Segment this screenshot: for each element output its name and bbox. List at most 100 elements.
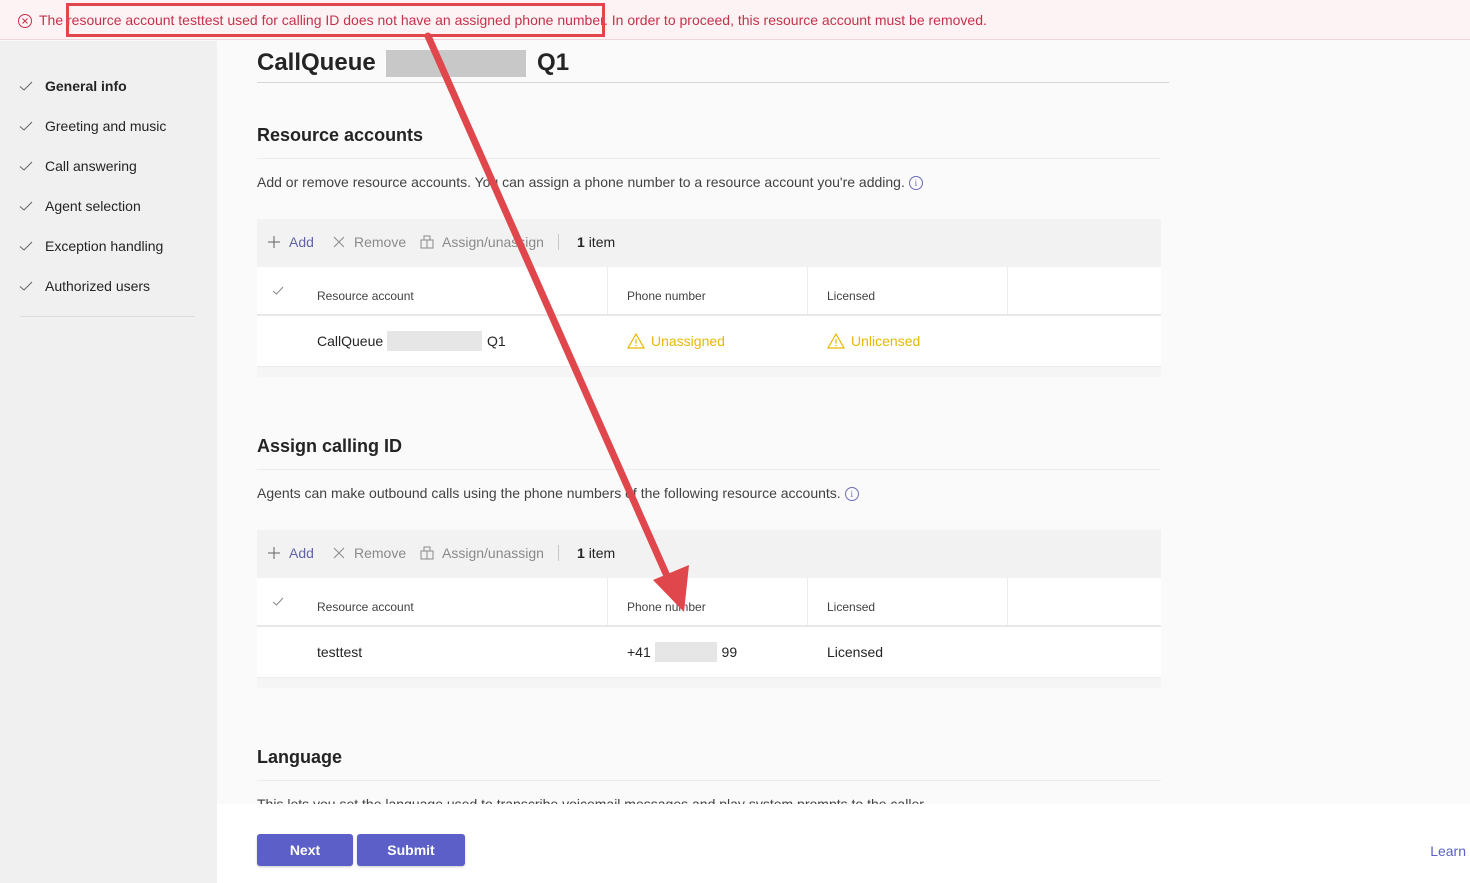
annotation-highlight-box: [66, 3, 605, 37]
info-icon[interactable]: i: [908, 176, 923, 191]
checkmark-icon: [19, 81, 33, 91]
section-title-calling-id: Assign calling ID: [257, 436, 403, 456]
column-header-licensed[interactable]: Licensed: [827, 600, 875, 614]
column-separator: [807, 578, 808, 625]
resource-account-cell: CallQueue Q1: [317, 330, 506, 351]
checkmark-icon: [19, 121, 33, 131]
select-all-checkmark-icon[interactable]: [272, 285, 284, 297]
nav-item-greeting-music[interactable]: Greeting and music: [0, 106, 217, 146]
phone-status: Unassigned: [651, 333, 725, 349]
table-toolbar: Add Remove Assign/unassign 1 item: [257, 530, 1161, 578]
redacted-block: [387, 330, 483, 351]
nav-item-label: Authorized users: [45, 278, 151, 294]
table-toolbar: Add Remove Assign/unassign 1 item: [257, 219, 1161, 267]
info-icon[interactable]: i: [844, 487, 859, 502]
main-content: CallQueue Q1 Resource accounts Add or re…: [217, 41, 1470, 804]
resource-account-cell: testtest: [317, 644, 363, 660]
select-all-checkmark-icon[interactable]: [272, 596, 284, 608]
table-header: Resource account Phone number Licensed: [257, 267, 1161, 316]
column-header-resource-account[interactable]: Resource account: [317, 600, 414, 614]
next-button[interactable]: Next: [257, 834, 353, 866]
wizard-sidebar: General info Greeting and music Call ans…: [0, 41, 217, 883]
item-count-label: item: [588, 234, 616, 250]
add-button[interactable]: Add: [267, 545, 314, 561]
add-label: Add: [289, 545, 314, 561]
item-count: 1 item: [577, 234, 615, 250]
licensed-cell: Licensed: [827, 644, 884, 660]
add-button[interactable]: Add: [267, 234, 314, 250]
table-footer: [257, 367, 1161, 377]
toolbar-separator: [558, 234, 559, 250]
section-divider: [257, 469, 1161, 470]
redacted-block: [386, 50, 527, 78]
column-separator: [607, 267, 608, 314]
column-header-phone-number[interactable]: Phone number: [627, 600, 706, 614]
nav-item-label: Exception handling: [45, 238, 164, 254]
table-row[interactable]: testtest +41 99 Licensed: [257, 627, 1161, 678]
error-banner: The resource account testtest used for c…: [0, 0, 1470, 40]
column-separator: [1007, 578, 1008, 625]
checkmark-icon: [19, 241, 33, 251]
redacted-block: [654, 641, 717, 662]
column-header-licensed[interactable]: Licensed: [827, 289, 875, 303]
nav-item-label: General info: [45, 78, 127, 94]
add-label: Add: [289, 234, 314, 250]
nav-item-exception-handling[interactable]: Exception handling: [0, 226, 217, 266]
plus-icon: [268, 236, 280, 248]
remove-label: Remove: [354, 234, 407, 250]
title-divider: [257, 82, 1169, 83]
nav-item-authorized-users[interactable]: Authorized users: [0, 266, 217, 306]
phone-prefix: +41: [627, 644, 651, 660]
phone-suffix: 99: [721, 644, 738, 660]
item-count-label: item: [588, 545, 616, 561]
table-footer: [257, 678, 1161, 688]
table-row[interactable]: CallQueue Q1 Unassigned Unlicensed: [257, 316, 1161, 367]
warning-icon: [827, 333, 845, 349]
column-header-resource-account[interactable]: Resource account: [317, 289, 414, 303]
checkmark-icon: [19, 201, 33, 211]
account-name-suffix: Q1: [486, 333, 506, 349]
wizard-footer: Next Submit Learn: [217, 804, 1470, 883]
nav-item-agent-selection[interactable]: Agent selection: [0, 186, 217, 226]
nav-item-label: Agent selection: [45, 198, 141, 214]
checkmark-icon: [19, 161, 33, 171]
assign-unassign-button[interactable]: Assign/unassign: [420, 545, 544, 561]
section-description: Add or remove resource accounts. You can…: [257, 174, 923, 191]
toolbar-separator: [558, 545, 559, 561]
assign-icon: [420, 235, 434, 249]
resource-accounts-table: Add Remove Assign/unassign 1 item Resour…: [257, 219, 1161, 377]
assign-label: Assign/unassign: [442, 234, 544, 250]
page-title-prefix: CallQueue: [257, 49, 376, 76]
description-text: Add or remove resource accounts. You can…: [257, 174, 905, 190]
plus-icon: [268, 547, 280, 559]
section-title-language: Language: [257, 747, 343, 767]
nav-item-call-answering[interactable]: Call answering: [0, 146, 217, 186]
section-description: This lets you set the language used to t…: [257, 796, 928, 804]
item-count-number: 1: [577, 234, 585, 250]
table-header: Resource account Phone number Licensed: [257, 578, 1161, 627]
learn-link[interactable]: Learn: [1430, 843, 1466, 859]
column-separator: [807, 267, 808, 314]
nav-item-label: Greeting and music: [45, 118, 167, 134]
warning-icon: [627, 333, 645, 349]
licensed-cell: Unlicensed: [827, 333, 920, 349]
error-circle-icon: [18, 14, 32, 28]
submit-button[interactable]: Submit: [357, 834, 465, 866]
section-divider: [257, 158, 1161, 159]
section-title-resource-accounts: Resource accounts: [257, 125, 424, 145]
license-status: Unlicensed: [851, 333, 921, 349]
remove-button[interactable]: Remove: [332, 234, 406, 250]
section-divider: [257, 780, 1161, 781]
phone-number-cell: +41 99: [627, 641, 738, 662]
remove-button[interactable]: Remove: [332, 545, 406, 561]
item-count: 1 item: [577, 545, 615, 561]
page-title-suffix: Q1: [537, 49, 570, 76]
close-icon: [333, 236, 345, 248]
assign-unassign-button[interactable]: Assign/unassign: [420, 234, 544, 250]
nav-item-general-info[interactable]: General info: [0, 66, 217, 106]
column-header-phone-number[interactable]: Phone number: [627, 289, 706, 303]
description-text: Agents can make outbound calls using the…: [257, 485, 841, 501]
page-title: CallQueue Q1: [257, 49, 570, 78]
item-count-number: 1: [577, 545, 585, 561]
column-separator: [607, 578, 608, 625]
